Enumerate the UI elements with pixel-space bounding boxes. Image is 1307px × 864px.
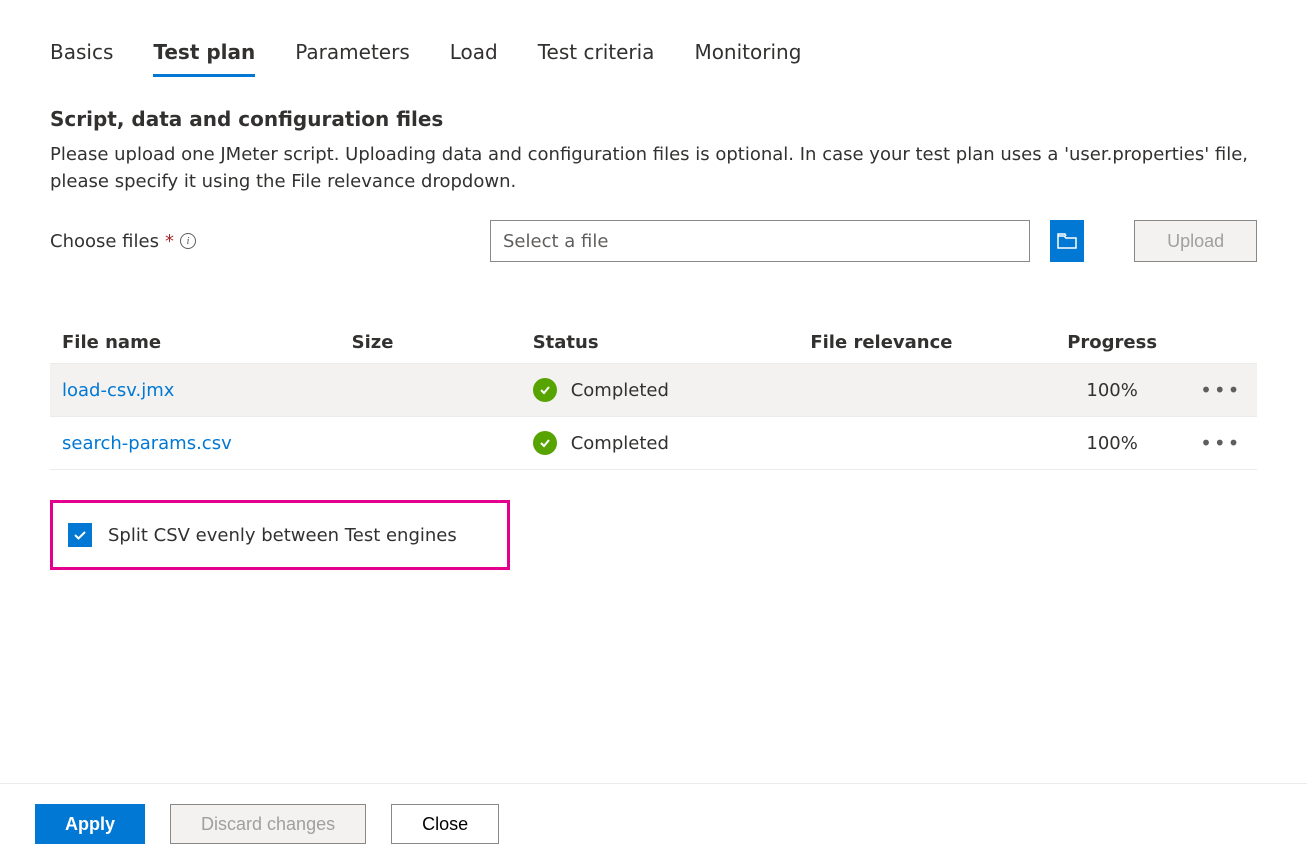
section-title: Script, data and configuration files bbox=[50, 107, 1257, 131]
apply-button[interactable]: Apply bbox=[35, 804, 145, 844]
row-more-button[interactable]: ••• bbox=[1185, 364, 1257, 417]
tabs: Basics Test plan Parameters Load Test cr… bbox=[30, 0, 1277, 77]
tab-test-plan[interactable]: Test plan bbox=[153, 40, 255, 77]
col-status: Status bbox=[521, 322, 799, 364]
section-desc: Please upload one JMeter script. Uploadi… bbox=[50, 141, 1257, 195]
browse-folder-button[interactable] bbox=[1050, 220, 1084, 262]
tab-load[interactable]: Load bbox=[450, 40, 498, 77]
split-csv-row: Split CSV evenly between Test engines bbox=[50, 500, 510, 570]
split-csv-label: Split CSV evenly between Test engines bbox=[108, 525, 457, 546]
checkmark-icon bbox=[72, 527, 88, 543]
choose-files-label: Choose files bbox=[50, 231, 159, 252]
file-link[interactable]: search-params.csv bbox=[62, 433, 232, 454]
col-progress: Progress bbox=[1040, 322, 1185, 364]
col-file-name: File name bbox=[50, 322, 340, 364]
check-circle-icon bbox=[533, 431, 557, 455]
folder-icon bbox=[1057, 233, 1077, 249]
files-table: File name Size Status File relevance Pro… bbox=[50, 322, 1257, 470]
upload-button: Upload bbox=[1134, 220, 1257, 262]
file-relevance bbox=[798, 364, 1039, 417]
required-asterisk: * bbox=[165, 231, 174, 252]
close-button[interactable]: Close bbox=[391, 804, 499, 844]
split-csv-checkbox[interactable] bbox=[68, 523, 92, 547]
col-file-relevance: File relevance bbox=[798, 322, 1039, 364]
table-row: load-csv.jmx Completed 100% ••• bbox=[50, 364, 1257, 417]
check-circle-icon bbox=[533, 378, 557, 402]
info-icon[interactable]: i bbox=[180, 233, 196, 249]
file-size bbox=[340, 364, 521, 417]
file-relevance bbox=[798, 417, 1039, 470]
status-text: Completed bbox=[571, 433, 669, 454]
file-link[interactable]: load-csv.jmx bbox=[62, 380, 174, 401]
col-size: Size bbox=[340, 322, 521, 364]
file-size bbox=[340, 417, 521, 470]
row-more-button[interactable]: ••• bbox=[1185, 417, 1257, 470]
tab-monitoring[interactable]: Monitoring bbox=[694, 40, 801, 77]
tab-basics[interactable]: Basics bbox=[50, 40, 113, 77]
file-select-input[interactable]: Select a file bbox=[490, 220, 1030, 262]
tab-parameters[interactable]: Parameters bbox=[295, 40, 409, 77]
status-text: Completed bbox=[571, 380, 669, 401]
table-row: search-params.csv Completed 100% ••• bbox=[50, 417, 1257, 470]
progress-text: 100% bbox=[1040, 364, 1185, 417]
progress-text: 100% bbox=[1040, 417, 1185, 470]
tab-test-criteria[interactable]: Test criteria bbox=[538, 40, 655, 77]
discard-changes-button: Discard changes bbox=[170, 804, 366, 844]
footer: Apply Discard changes Close bbox=[0, 783, 1307, 864]
